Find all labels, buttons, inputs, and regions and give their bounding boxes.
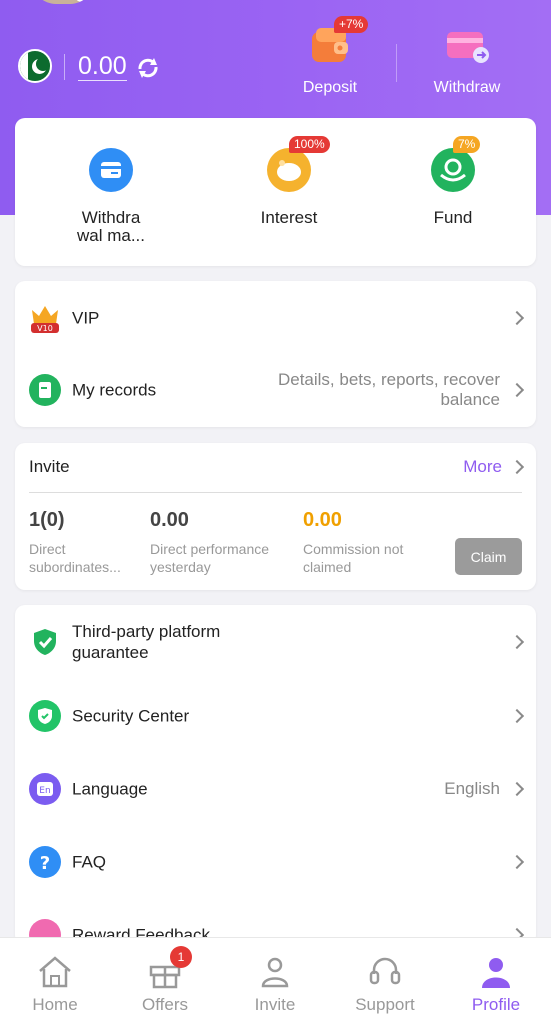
- records-icon: [29, 374, 61, 406]
- fund-badge: 7%: [453, 136, 481, 153]
- question-icon: ?: [29, 846, 61, 878]
- headset-icon: [366, 954, 404, 990]
- vip-level-badge: V10: [37, 324, 53, 333]
- menu-row-security-center[interactable]: Security Center: [15, 681, 536, 751]
- svg-text:?: ?: [40, 853, 50, 874]
- divider: [29, 492, 522, 493]
- menu-row-third-party-guarantee[interactable]: Third-party platform guarantee: [15, 607, 536, 677]
- invite-card: Invite More 1(0) Direct subordinates... …: [15, 443, 536, 590]
- fund-icon: 7%: [431, 136, 481, 192]
- invite-title: Invite: [29, 457, 70, 476]
- menu-row-vip[interactable]: V10 VIP: [15, 283, 536, 353]
- faq-label: FAQ: [72, 852, 107, 872]
- direct-performance-value: 0.00: [150, 509, 189, 531]
- claim-button[interactable]: Claim: [455, 538, 522, 575]
- nav-profile-label: Profile: [471, 995, 521, 1014]
- divider: [396, 44, 397, 82]
- commission-value: 0.00: [303, 509, 342, 531]
- card-withdraw-icon: [443, 22, 491, 68]
- direct-performance-label: Direct performance yesterday: [150, 541, 270, 575]
- shield-check-icon: [29, 626, 61, 658]
- deposit-button[interactable]: +7% Deposit: [275, 16, 385, 97]
- nav-invite[interactable]: Invite: [220, 938, 330, 1024]
- fund-button[interactable]: 7% Fund: [393, 136, 513, 227]
- chevron-right-icon: [509, 708, 525, 724]
- gift-icon: 1: [146, 946, 192, 990]
- bottom-nav: Home 1 Offers Invite Support Profile: [0, 937, 551, 1024]
- deposit-badge: +7%: [334, 16, 369, 33]
- language-icon: En: [29, 773, 61, 805]
- nav-offers-label: Offers: [142, 995, 188, 1014]
- refresh-icon[interactable]: [135, 55, 161, 81]
- piggy-bank-icon: 100%: [267, 136, 330, 192]
- chevron-right-icon: [509, 634, 525, 650]
- withdraw-label: Withdraw: [433, 79, 501, 96]
- withdrawal-management-button[interactable]: Withdra wal ma...: [51, 148, 171, 245]
- direct-subordinates-value: 1(0): [29, 509, 65, 531]
- third-party-guarantee-label: Third-party platform guarantee: [72, 622, 221, 662]
- direct-performance-stat: 0.00 Direct performance yesterday: [150, 509, 290, 576]
- svg-text:En: En: [39, 786, 50, 796]
- home-icon: [36, 954, 74, 990]
- menu-row-language[interactable]: En Language English: [15, 754, 536, 824]
- nav-home[interactable]: Home: [0, 938, 110, 1024]
- invite-more-link[interactable]: More: [463, 457, 502, 477]
- offers-badge: 1: [170, 946, 192, 968]
- nav-home-label: Home: [32, 995, 78, 1014]
- chevron-right-icon: [509, 854, 525, 870]
- menu-row-my-records[interactable]: My records Details, bets, reports, recov…: [15, 355, 536, 425]
- direct-subordinates-stat: 1(0) Direct subordinates...: [29, 509, 139, 576]
- vip-label: VIP: [72, 308, 100, 328]
- commission-label: Commission not claimed: [303, 541, 404, 575]
- divider: [64, 54, 65, 80]
- chevron-right-icon: [509, 459, 525, 475]
- wallet-icon: +7%: [306, 16, 369, 68]
- balance-amount: 0.00: [78, 52, 127, 81]
- language-value: English: [444, 779, 500, 798]
- my-records-hint: Details, bets, reports, recover balance: [277, 370, 500, 409]
- fund-label: Fund: [433, 208, 473, 227]
- withdrawal-management-label: Withdra wal ma...: [76, 208, 146, 245]
- nav-support[interactable]: Support: [330, 938, 440, 1024]
- card-icon: [89, 148, 133, 192]
- chevron-right-icon: [509, 781, 525, 797]
- interest-badge: 100%: [289, 136, 330, 153]
- language-label: Language: [72, 779, 148, 799]
- interest-button[interactable]: 100% Interest: [229, 136, 349, 227]
- direct-subordinates-label: Direct subordinates...: [29, 541, 121, 575]
- user-icon: [477, 954, 515, 990]
- security-shield-icon: [29, 700, 61, 732]
- menu-card-2: Third-party platform guarantee Security …: [15, 605, 536, 951]
- users-icon: [256, 954, 294, 990]
- withdraw-button[interactable]: Withdraw: [412, 22, 522, 97]
- chevron-right-icon: [509, 382, 525, 398]
- nav-invite-label: Invite: [254, 995, 296, 1014]
- deposit-label: Deposit: [302, 79, 358, 96]
- security-center-label: Security Center: [72, 706, 190, 726]
- quick-actions-card: Withdra wal ma... 100% Interest 7% Fund: [15, 118, 536, 266]
- crown-icon: V10: [29, 302, 61, 334]
- nav-offers[interactable]: 1 Offers: [110, 938, 220, 1024]
- menu-row-faq[interactable]: ? FAQ: [15, 827, 536, 897]
- interest-label: Interest: [260, 208, 318, 227]
- chevron-right-icon: [509, 310, 525, 326]
- nav-support-label: Support: [355, 995, 415, 1014]
- pakistan-flag-icon[interactable]: [18, 49, 52, 83]
- nav-profile[interactable]: Profile: [441, 938, 551, 1024]
- my-records-label: My records: [72, 380, 157, 400]
- commission-stat: 0.00 Commission not claimed: [303, 509, 425, 576]
- menu-card-1: V10 VIP My records Details, bets, report…: [15, 281, 536, 427]
